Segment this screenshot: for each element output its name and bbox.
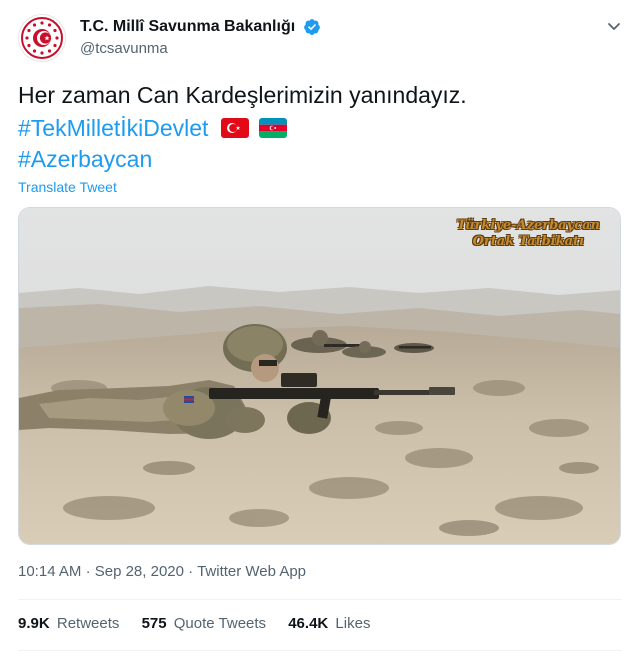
author-display-name[interactable]: T.C. Millî Savunma Bakanlığı — [80, 17, 295, 37]
video-overlay-caption: Türkiye-Azerbaycan Ortak Tatbikatı — [457, 218, 600, 250]
tweet-card: T.C. Millî Savunma Bakanlığı @tcsavunma … — [0, 0, 640, 653]
retweets-stat[interactable]: 9.9K Retweets — [18, 614, 119, 634]
divider — [18, 650, 622, 651]
retweets-count: 9.9K — [18, 615, 50, 632]
tweet-source[interactable]: Twitter Web App — [197, 563, 306, 580]
hashtag-link[interactable]: #Azerbaycan — [18, 144, 152, 174]
translate-tweet-link[interactable]: Translate Tweet — [18, 178, 117, 196]
quote-tweets-stat[interactable]: 575 Quote Tweets — [142, 614, 266, 634]
tweet-text: Her zaman Can Kardeşlerimizin yanındayız… — [18, 82, 467, 108]
azerbaijan-flag-icon — [259, 118, 288, 138]
meta-separator: · — [188, 563, 194, 580]
tweet-time[interactable]: 10:14 AM — [18, 563, 81, 580]
tweet-meta: 10:14 AM · Sep 28, 2020 · Twitter Web Ap… — [18, 562, 306, 582]
author-name-block[interactable]: T.C. Millî Savunma Bakanlığı @tcsavunma — [80, 17, 321, 58]
retweets-label: Retweets — [56, 615, 120, 632]
overlay-caption-line1: Türkiye-Azerbaycan — [456, 218, 600, 233]
likes-label: Likes — [335, 615, 371, 632]
tweet-hashtag-line: #TekMilletİkiDevlet — [18, 113, 288, 143]
turkey-flag-icon — [220, 118, 249, 138]
military-exercise-photo — [19, 208, 620, 544]
verified-badge-icon — [303, 19, 320, 35]
quote-tweets-count: 575 — [141, 615, 167, 632]
tweet-date[interactable]: Sep 28, 2020 — [95, 563, 184, 580]
divider — [18, 599, 622, 600]
turkish-mod-emblem-icon — [21, 17, 63, 59]
hashtag-link[interactable]: #TekMilletİkiDevlet — [18, 115, 208, 141]
meta-separator: · — [85, 563, 91, 580]
author-handle[interactable]: @tcsavunma — [80, 40, 321, 58]
author-avatar[interactable] — [18, 14, 66, 62]
likes-count: 46.4K — [288, 615, 329, 632]
chevron-down-icon[interactable] — [606, 18, 622, 34]
tweet-media-image[interactable]: Türkiye-Azerbaycan Ortak Tatbikatı — [18, 207, 621, 545]
tweet-stats: 9.9K Retweets 575 Quote Tweets 46.4K Lik… — [18, 614, 388, 634]
likes-stat[interactable]: 46.4K Likes — [288, 614, 370, 634]
overlay-caption-line2: Ortak Tatbikatı — [472, 234, 584, 249]
quote-tweets-label: Quote Tweets — [173, 615, 267, 632]
